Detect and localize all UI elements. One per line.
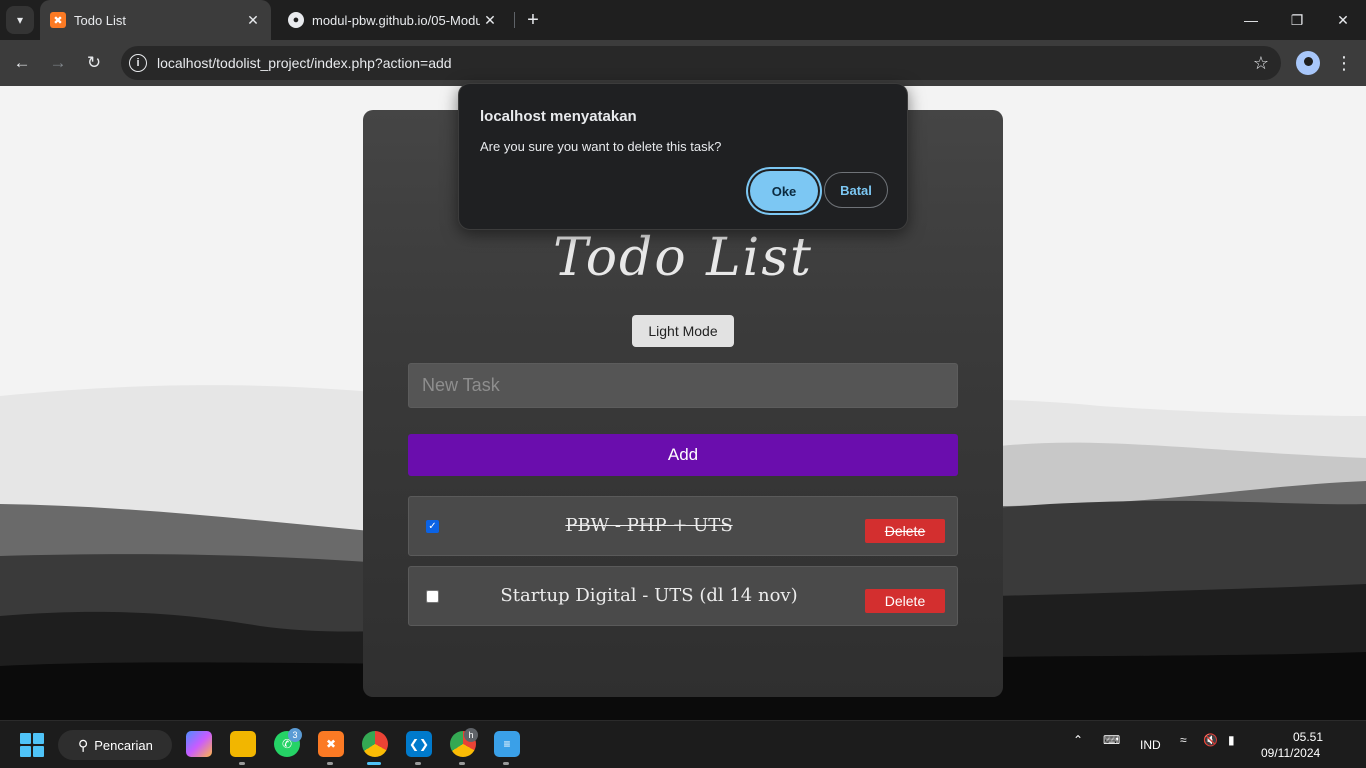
github-icon: ● [288, 12, 304, 28]
whatsapp-badge: 3 [288, 728, 302, 742]
dialog-message: Are you sure you want to delete this tas… [480, 139, 722, 154]
restore-button[interactable]: ❐ [1274, 0, 1320, 40]
reload-button[interactable]: ↻ [79, 48, 109, 78]
url-text[interactable]: localhost/todolist_project/index.php?act… [157, 55, 1253, 71]
vscode-icon[interactable]: ❮❯ [406, 731, 432, 757]
browser-toolbar: ← → ↻ i localhost/todolist_project/index… [0, 40, 1366, 86]
search-icon: ⚲ [78, 736, 89, 753]
keyboard-icon[interactable]: ⌨ [1103, 733, 1120, 747]
search-label: Pencarian [94, 737, 153, 753]
clock-date[interactable]: 09/11/2024 [1261, 746, 1320, 760]
chevron-up-icon[interactable]: ⌃ [1073, 733, 1083, 747]
forward-button[interactable]: → [43, 48, 73, 78]
running-indicator [459, 762, 465, 765]
app-title: Todo List [553, 228, 813, 288]
task-checkbox[interactable] [426, 590, 439, 603]
site-info-icon[interactable]: i [129, 54, 147, 72]
add-button[interactable]: Add [408, 434, 958, 476]
tab-strip: ▾ ✖ Todo List ✕ ● modul-pbw.github.io/05… [0, 0, 1366, 40]
task-item: ✓ PBW - PHP + UTS Delete [408, 496, 958, 556]
delete-button[interactable]: Delete [865, 519, 945, 543]
xampp-icon: ✖ [50, 12, 66, 28]
chrome-profile-badge: h [464, 728, 478, 742]
close-icon[interactable]: ✕ [480, 12, 500, 29]
bookmark-star-icon[interactable]: ☆ [1253, 53, 1269, 74]
close-window-button[interactable]: ✕ [1320, 0, 1366, 40]
light-mode-button[interactable]: Light Mode [632, 315, 734, 347]
running-indicator [503, 762, 509, 765]
task-text: Startup Digital - UTS (dl 14 nov) [500, 585, 798, 606]
cancel-button[interactable]: Batal [824, 172, 888, 208]
tab-title: Todo List [74, 12, 127, 28]
notepad-icon[interactable]: ≡ [494, 731, 520, 757]
running-indicator [415, 762, 421, 765]
taskbar-search[interactable]: ⚲ Pencarian [58, 730, 172, 760]
chrome-icon[interactable] [362, 731, 388, 757]
running-indicator [239, 762, 245, 765]
clock-time[interactable]: 05.51 [1293, 730, 1323, 744]
running-indicator [327, 762, 333, 765]
file-explorer-icon[interactable] [230, 731, 256, 757]
tab-modul-pbw[interactable]: ● modul-pbw.github.io/05-Modul ✕ [278, 0, 508, 40]
tab-search-button[interactable]: ▾ [6, 6, 34, 34]
back-button[interactable]: ← [7, 48, 37, 78]
xampp-icon[interactable]: ✖ [318, 731, 344, 757]
battery-icon[interactable]: ▮ [1228, 733, 1235, 747]
address-bar[interactable]: i localhost/todolist_project/index.php?a… [121, 46, 1281, 80]
taskbar: ⚲ Pencarian ✆ 3 ✖ ❮❯ h ≡ ⌃ ⌨ IND ≈ 🔇 ▮ 0… [0, 720, 1366, 768]
delete-button[interactable]: Delete [865, 589, 945, 613]
task-checkbox[interactable]: ✓ [426, 520, 439, 533]
active-indicator [367, 762, 381, 765]
wifi-icon[interactable]: ≈ [1180, 733, 1187, 747]
speaker-muted-icon[interactable]: 🔇 [1203, 733, 1218, 747]
menu-icon[interactable]: ⋮ [1332, 49, 1356, 77]
language-indicator[interactable]: IND [1140, 738, 1161, 752]
windows-start-icon[interactable] [20, 733, 44, 757]
tab-separator [514, 12, 515, 28]
confirm-dialog: localhost menyatakan Are you sure you wa… [458, 83, 908, 230]
profile-avatar[interactable] [1296, 51, 1320, 75]
task-text: PBW - PHP + UTS [565, 515, 733, 536]
tab-todo-list[interactable]: ✖ Todo List ✕ [40, 0, 271, 40]
new-tab-button[interactable]: + [519, 6, 547, 34]
ok-button[interactable]: Oke [750, 171, 818, 211]
copilot-icon[interactable] [186, 731, 212, 757]
minimize-button[interactable]: — [1228, 0, 1274, 40]
task-item: Startup Digital - UTS (dl 14 nov) Delete [408, 566, 958, 626]
close-icon[interactable]: ✕ [243, 12, 263, 29]
dialog-title: localhost menyatakan [480, 108, 637, 125]
tab-title: modul-pbw.github.io/05-Modul [312, 12, 480, 28]
new-task-input[interactable]: New Task [408, 363, 958, 408]
